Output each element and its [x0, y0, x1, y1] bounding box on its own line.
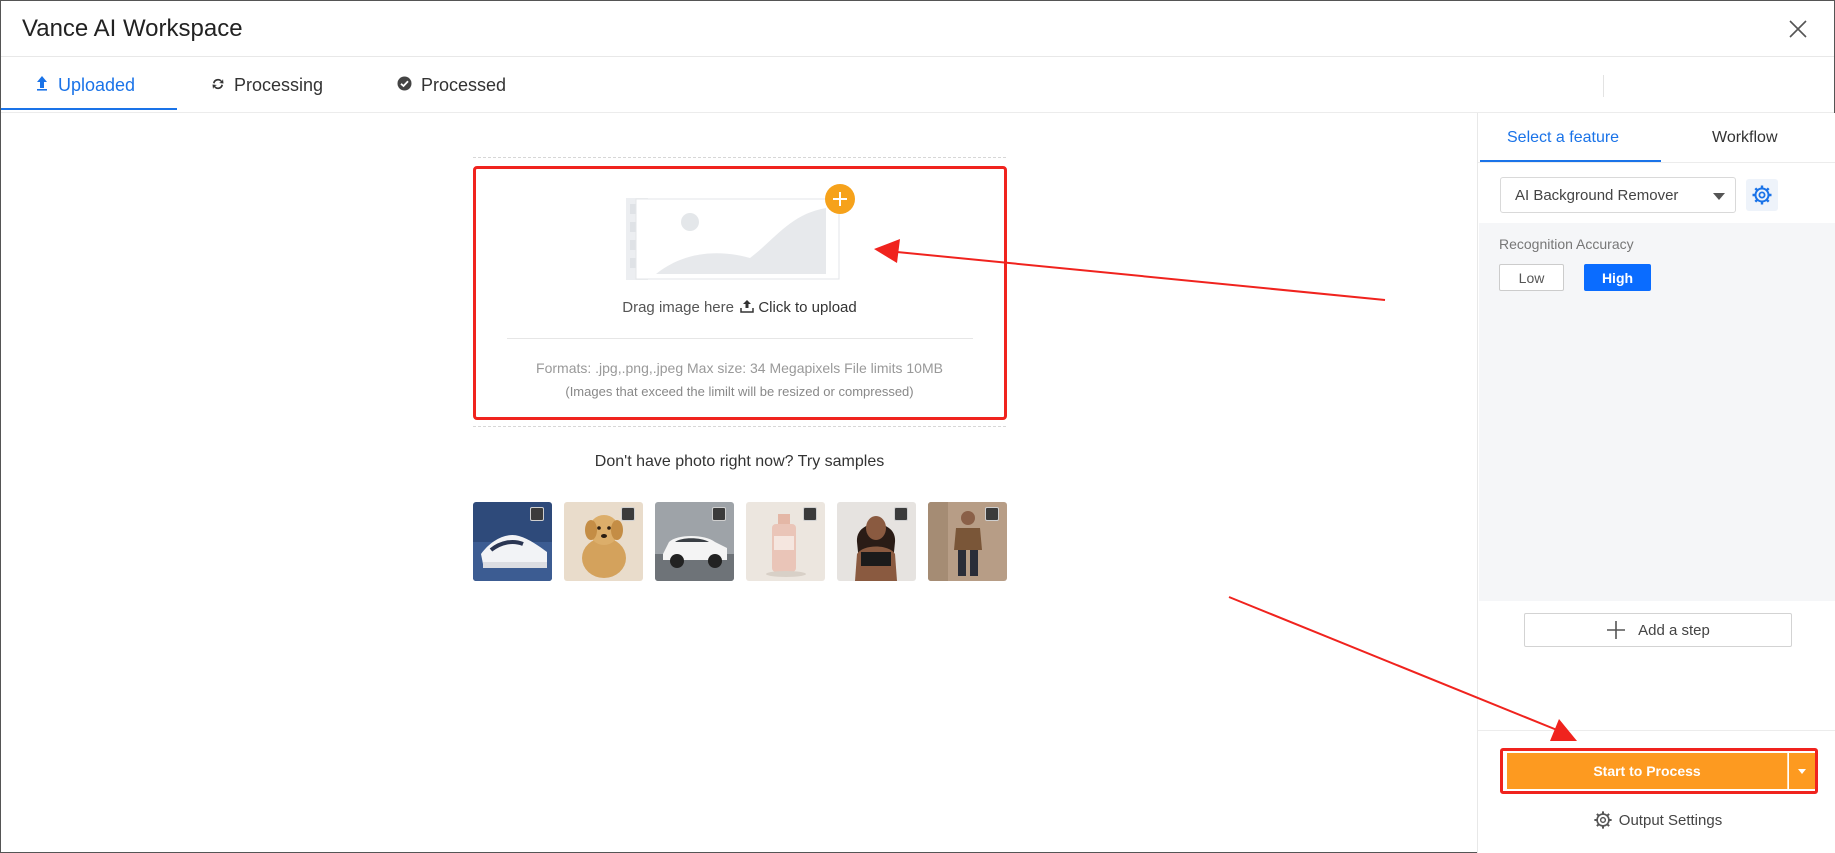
sample-checkbox[interactable] — [621, 507, 635, 521]
tab-processed[interactable]: Processed — [397, 57, 506, 113]
sample-dog[interactable] — [564, 502, 643, 581]
output-settings-label: Output Settings — [1618, 811, 1723, 829]
sample-car[interactable] — [655, 502, 734, 581]
add-step-button[interactable]: Add a step — [1524, 613, 1792, 647]
tab-divider — [1603, 75, 1604, 97]
plus-icon — [1607, 621, 1626, 639]
refresh-icon — [211, 75, 225, 96]
sample-woman[interactable] — [837, 502, 916, 581]
close-icon[interactable] — [1786, 17, 1810, 41]
drop-zone-divider — [507, 338, 973, 339]
upload-arrow-icon — [35, 75, 49, 96]
sample-sneaker[interactable] — [473, 502, 552, 581]
check-circle-icon — [397, 75, 412, 96]
status-tabs: Uploaded Processing Processed — [1, 57, 1834, 113]
start-button-divider — [1787, 753, 1788, 789]
sample-checkbox[interactable] — [985, 507, 999, 521]
accuracy-low-button[interactable]: Low — [1499, 264, 1564, 291]
tab-workflow[interactable]: Workflow — [1712, 113, 1778, 163]
samples-title: Don't have photo right now? Try samples — [594, 453, 885, 470]
recognition-accuracy-label: Recognition Accuracy — [1499, 236, 1634, 252]
sidebar-tabs-divider — [1478, 162, 1835, 163]
add-image-button[interactable] — [825, 184, 855, 214]
add-step-label: Add a step — [1638, 621, 1710, 639]
formats-text: Formats: .jpg,.png,.jpeg Max size: 34 Me… — [536, 360, 943, 376]
annotation-highlight-start: Start to Process — [1500, 748, 1818, 794]
tab-label: Processing — [234, 74, 324, 95]
start-to-process-button[interactable]: Start to Process — [1507, 753, 1787, 789]
sample-checkbox[interactable] — [530, 507, 544, 521]
sample-checkbox[interactable] — [803, 507, 817, 521]
tab-label: Processed — [421, 74, 507, 95]
start-options-dropdown[interactable] — [1789, 753, 1815, 789]
tab-uploaded[interactable]: Uploaded — [35, 57, 135, 113]
feature-settings-button[interactable] — [1746, 179, 1778, 211]
drag-text: Drag image here — [622, 299, 734, 316]
sample-checkbox[interactable] — [894, 507, 908, 521]
active-tab-indicator — [1, 108, 177, 110]
tab-processing[interactable]: Processing — [211, 57, 323, 113]
workspace-window: Vance AI Workspace Uploaded Processing P… — [0, 0, 1835, 853]
click-to-upload-link[interactable]: Click to upload — [758, 299, 856, 316]
sample-bottle[interactable] — [746, 502, 825, 581]
feature-selected-value: AI Background Remover — [1515, 186, 1679, 204]
upload-icon — [740, 299, 754, 317]
sample-man[interactable] — [928, 502, 1007, 581]
feature-dropdown[interactable]: AI Background Remover — [1500, 177, 1736, 213]
sidebar-bottom-divider — [1478, 730, 1835, 731]
window-title: Vance AI Workspace — [22, 15, 243, 42]
image-placeholder-icon — [626, 198, 840, 280]
upload-instructions: Drag image here Click to upload — [473, 299, 1006, 317]
tab-select-feature[interactable]: Select a feature — [1507, 113, 1619, 163]
gear-icon — [1594, 811, 1612, 829]
feature-sidebar: Select a feature Workflow AI Background … — [1477, 113, 1835, 853]
accuracy-high-button[interactable]: High — [1584, 264, 1651, 291]
sample-checkbox[interactable] — [712, 507, 726, 521]
output-settings-button[interactable]: Output Settings — [1478, 810, 1835, 830]
main-content: Drag image here Click to upload Formats:… — [1, 113, 1477, 853]
tab-label: Uploaded — [58, 74, 136, 95]
resize-note: (Images that exceed the limilt will be r… — [565, 384, 914, 399]
gear-icon — [1752, 185, 1772, 205]
title-bar: Vance AI Workspace — [1, 1, 1834, 57]
chevron-down-icon — [1713, 193, 1725, 200]
